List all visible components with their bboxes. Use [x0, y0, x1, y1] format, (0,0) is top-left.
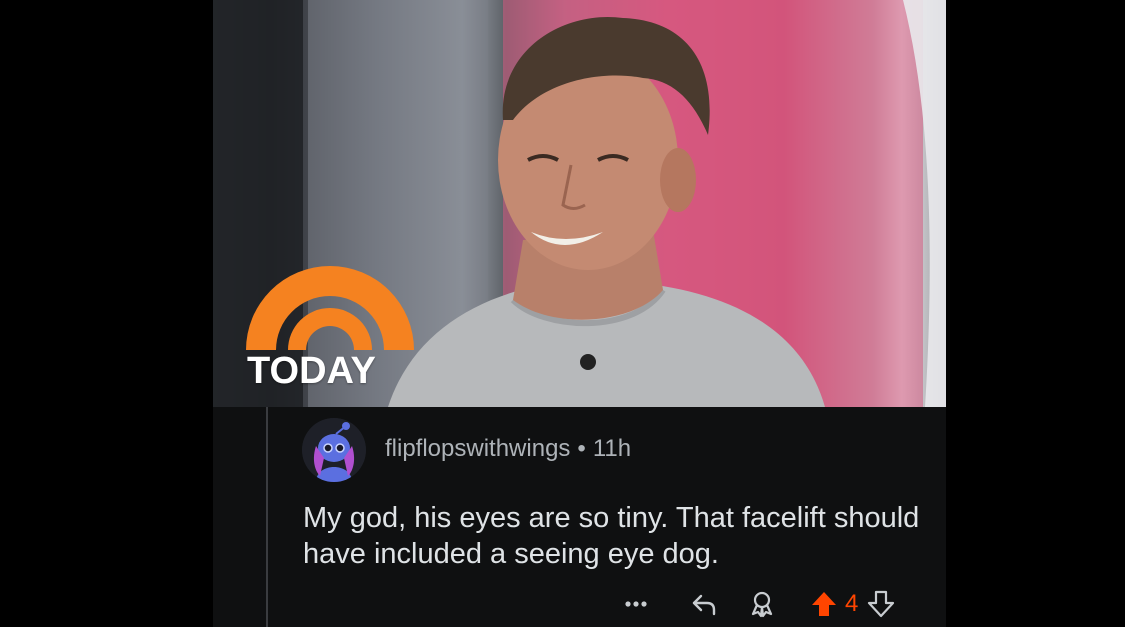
snoo-avatar-icon [302, 418, 366, 482]
screen: TODAY flipflopswithwings • 11h My god, h… [0, 0, 1125, 627]
comment-username[interactable]: flipflopswithwings [385, 435, 570, 462]
thread-line[interactable] [266, 407, 268, 627]
post-card: TODAY flipflopswithwings • 11h My god, h… [213, 0, 946, 627]
award-icon[interactable] [747, 589, 777, 619]
reply-arrow-icon[interactable] [689, 589, 719, 619]
comment-timestamp: 11h [592, 435, 632, 462]
post-image[interactable]: TODAY [213, 0, 946, 407]
more-horizontal-icon[interactable] [621, 589, 651, 619]
meta-separator: • [577, 435, 586, 462]
downvote-arrow-icon[interactable] [866, 589, 896, 619]
comment: flipflopswithwings • 11h My god, his eyes … [213, 407, 946, 627]
comment-meta: flipflopswithwings • 11h [385, 435, 631, 463]
upvote-arrow-icon[interactable] [809, 589, 839, 619]
vote-count: 4 [845, 590, 859, 617]
comment-body: My god, his eyes are so tiny. That facel… [303, 502, 920, 570]
comment-actions: 4 [621, 587, 896, 621]
avatar[interactable] [302, 418, 366, 482]
today-logo-text: TODAY [247, 350, 376, 392]
